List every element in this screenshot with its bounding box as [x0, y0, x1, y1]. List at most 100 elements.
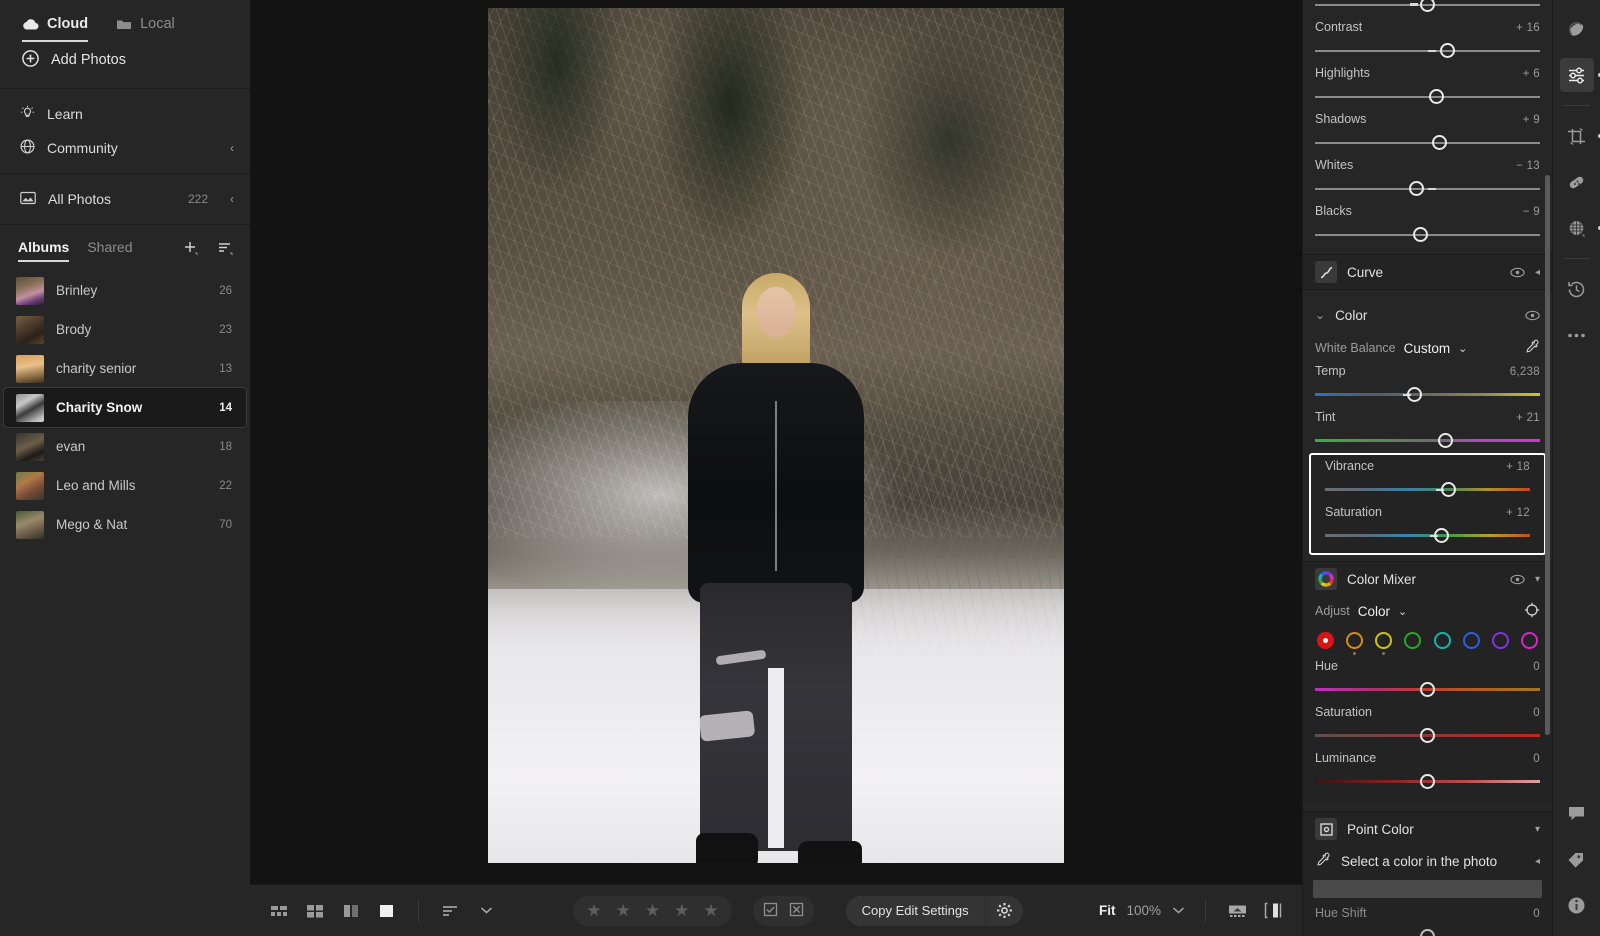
swatch-red[interactable] [1317, 632, 1334, 649]
highlights-track[interactable] [1315, 88, 1540, 106]
before-after-icon[interactable] [1262, 902, 1284, 920]
album-item[interactable]: Brody 23 [4, 310, 246, 349]
mixer-luminance-track[interactable] [1315, 773, 1540, 791]
hue-shift-knob[interactable] [1420, 929, 1435, 936]
temp-track[interactable] [1315, 386, 1540, 404]
masking-icon[interactable] [1560, 211, 1600, 245]
star-4[interactable]: ★ [667, 902, 696, 919]
curve-module[interactable]: Curve ◂ [1303, 254, 1552, 290]
single-photo-icon[interactable] [376, 902, 398, 920]
tab-local[interactable]: Local [116, 7, 175, 41]
whites-track[interactable] [1315, 180, 1540, 198]
eyedropper-icon[interactable] [1524, 339, 1540, 358]
star-3[interactable]: ★ [638, 902, 667, 919]
star-1[interactable]: ★ [579, 902, 608, 919]
white-balance-value[interactable]: Custom [1404, 341, 1451, 356]
sort-chevron-down-icon[interactable] [475, 902, 497, 920]
temp-knob[interactable] [1406, 387, 1422, 402]
tint-knob[interactable] [1438, 433, 1453, 448]
swatch-magenta[interactable] [1520, 632, 1538, 649]
tint-track[interactable] [1315, 432, 1540, 450]
swatch-purple[interactable] [1491, 632, 1509, 649]
contrast-track[interactable] [1315, 42, 1540, 60]
copy-edit-settings-button[interactable]: Copy Edit Settings [845, 895, 985, 926]
vibrance-knob[interactable] [1440, 482, 1456, 497]
white-balance-chevron-down-icon[interactable]: ⌄ [1458, 342, 1467, 355]
adjust-chevron-down-icon[interactable]: ⌄ [1398, 605, 1407, 618]
swatch-blue[interactable] [1462, 632, 1480, 649]
target-adjust-icon[interactable] [1524, 602, 1540, 621]
curve-collapse-carat[interactable]: ◂ [1535, 267, 1540, 278]
album-item[interactable]: evan 18 [4, 427, 246, 466]
sidebar-item-community[interactable]: Community ‹ [0, 131, 250, 165]
mixer-luminance-knob[interactable] [1420, 774, 1435, 789]
swatch-green[interactable] [1404, 632, 1422, 649]
edit-sliders-icon[interactable] [1559, 58, 1600, 92]
tab-albums[interactable]: Albums [18, 232, 70, 262]
album-item[interactable]: Leo and Mills 22 [4, 466, 246, 505]
curve-header[interactable]: Curve ◂ [1303, 255, 1552, 289]
sidebar-item-all-photos[interactable]: All Photos 222 ‹ [0, 182, 250, 216]
point-color-collapse-carat[interactable]: ◂ [1535, 856, 1540, 867]
tab-shared[interactable]: Shared [87, 232, 132, 262]
point-color-select-row[interactable]: Select a color in the photo ◂ [1303, 846, 1552, 876]
swatch-aqua[interactable] [1433, 632, 1451, 649]
eye-icon[interactable] [1525, 310, 1540, 321]
color-section-header[interactable]: ⌄ Color [1303, 298, 1552, 332]
comments-icon[interactable] [1560, 796, 1594, 830]
color-mixer-carat[interactable]: ▾ [1535, 574, 1540, 585]
blacks-track[interactable] [1315, 226, 1540, 244]
add-photos-button[interactable]: Add Photos [0, 38, 250, 82]
photo-canvas[interactable] [250, 0, 1302, 884]
grid-detail-icon[interactable] [268, 902, 290, 920]
filmstrip-icon[interactable] [1226, 902, 1248, 920]
color-mixer-header[interactable]: Color Mixer ▾ [1303, 562, 1552, 596]
album-item-selected[interactable]: Charity Snow 14 [3, 387, 247, 428]
tab-cloud[interactable]: Cloud [22, 7, 89, 42]
vibrance-track[interactable] [1325, 481, 1530, 499]
mixer-saturation-track[interactable] [1315, 727, 1540, 745]
gear-icon[interactable] [984, 895, 1023, 926]
album-item[interactable]: Mego & Nat 70 [4, 505, 246, 544]
shadows-knob[interactable] [1432, 135, 1448, 150]
add-album-button[interactable] [182, 239, 199, 256]
exposure-track[interactable] [1315, 0, 1540, 14]
swatch-yellow[interactable] [1375, 632, 1393, 655]
keywords-tag-icon[interactable] [1560, 842, 1594, 876]
shadows-track[interactable] [1315, 134, 1540, 152]
album-item[interactable]: Brinley 26 [4, 271, 246, 310]
adjust-value[interactable]: Color [1358, 604, 1390, 619]
sidebar-item-learn[interactable]: Learn [0, 97, 250, 131]
hue-shift-track[interactable] [1315, 928, 1540, 936]
presets-icon[interactable] [1560, 12, 1594, 46]
contrast-knob[interactable] [1440, 43, 1456, 58]
grid-square-icon[interactable] [304, 902, 326, 920]
healing-brush-icon[interactable] [1560, 165, 1594, 199]
swatch-orange[interactable] [1346, 632, 1364, 655]
history-icon[interactable] [1560, 272, 1594, 306]
eye-icon[interactable] [1510, 267, 1525, 278]
chevron-left-icon[interactable]: ‹ [230, 141, 234, 155]
info-icon[interactable] [1560, 888, 1594, 922]
fit-button[interactable]: Fit [1099, 903, 1116, 918]
exposure-knob[interactable] [1420, 0, 1435, 12]
saturation-knob[interactable] [1434, 528, 1450, 543]
chevron-left-icon[interactable]: ‹ [230, 192, 234, 206]
mixer-hue-knob[interactable] [1420, 682, 1435, 697]
crop-icon[interactable] [1560, 119, 1600, 153]
compare-icon[interactable] [340, 902, 362, 920]
highlights-knob[interactable] [1429, 89, 1444, 104]
color-chevron-down-icon[interactable]: ⌄ [1315, 308, 1325, 322]
saturation-track[interactable] [1325, 527, 1530, 545]
sort-lines-icon[interactable] [439, 902, 461, 920]
sort-albums-button[interactable] [217, 239, 234, 256]
flag-reject-icon[interactable] [789, 902, 804, 920]
main-photo[interactable] [488, 7, 1064, 863]
edit-panel-scrollbar[interactable] [1545, 175, 1550, 735]
star-5[interactable]: ★ [696, 902, 725, 919]
star-rating[interactable]: ★ ★ ★ ★ ★ [573, 895, 732, 926]
more-options-icon[interactable] [1560, 318, 1594, 352]
mixer-saturation-knob[interactable] [1420, 728, 1435, 743]
album-item[interactable]: charity senior 13 [4, 349, 246, 388]
point-color-carat[interactable]: ▾ [1535, 824, 1540, 835]
